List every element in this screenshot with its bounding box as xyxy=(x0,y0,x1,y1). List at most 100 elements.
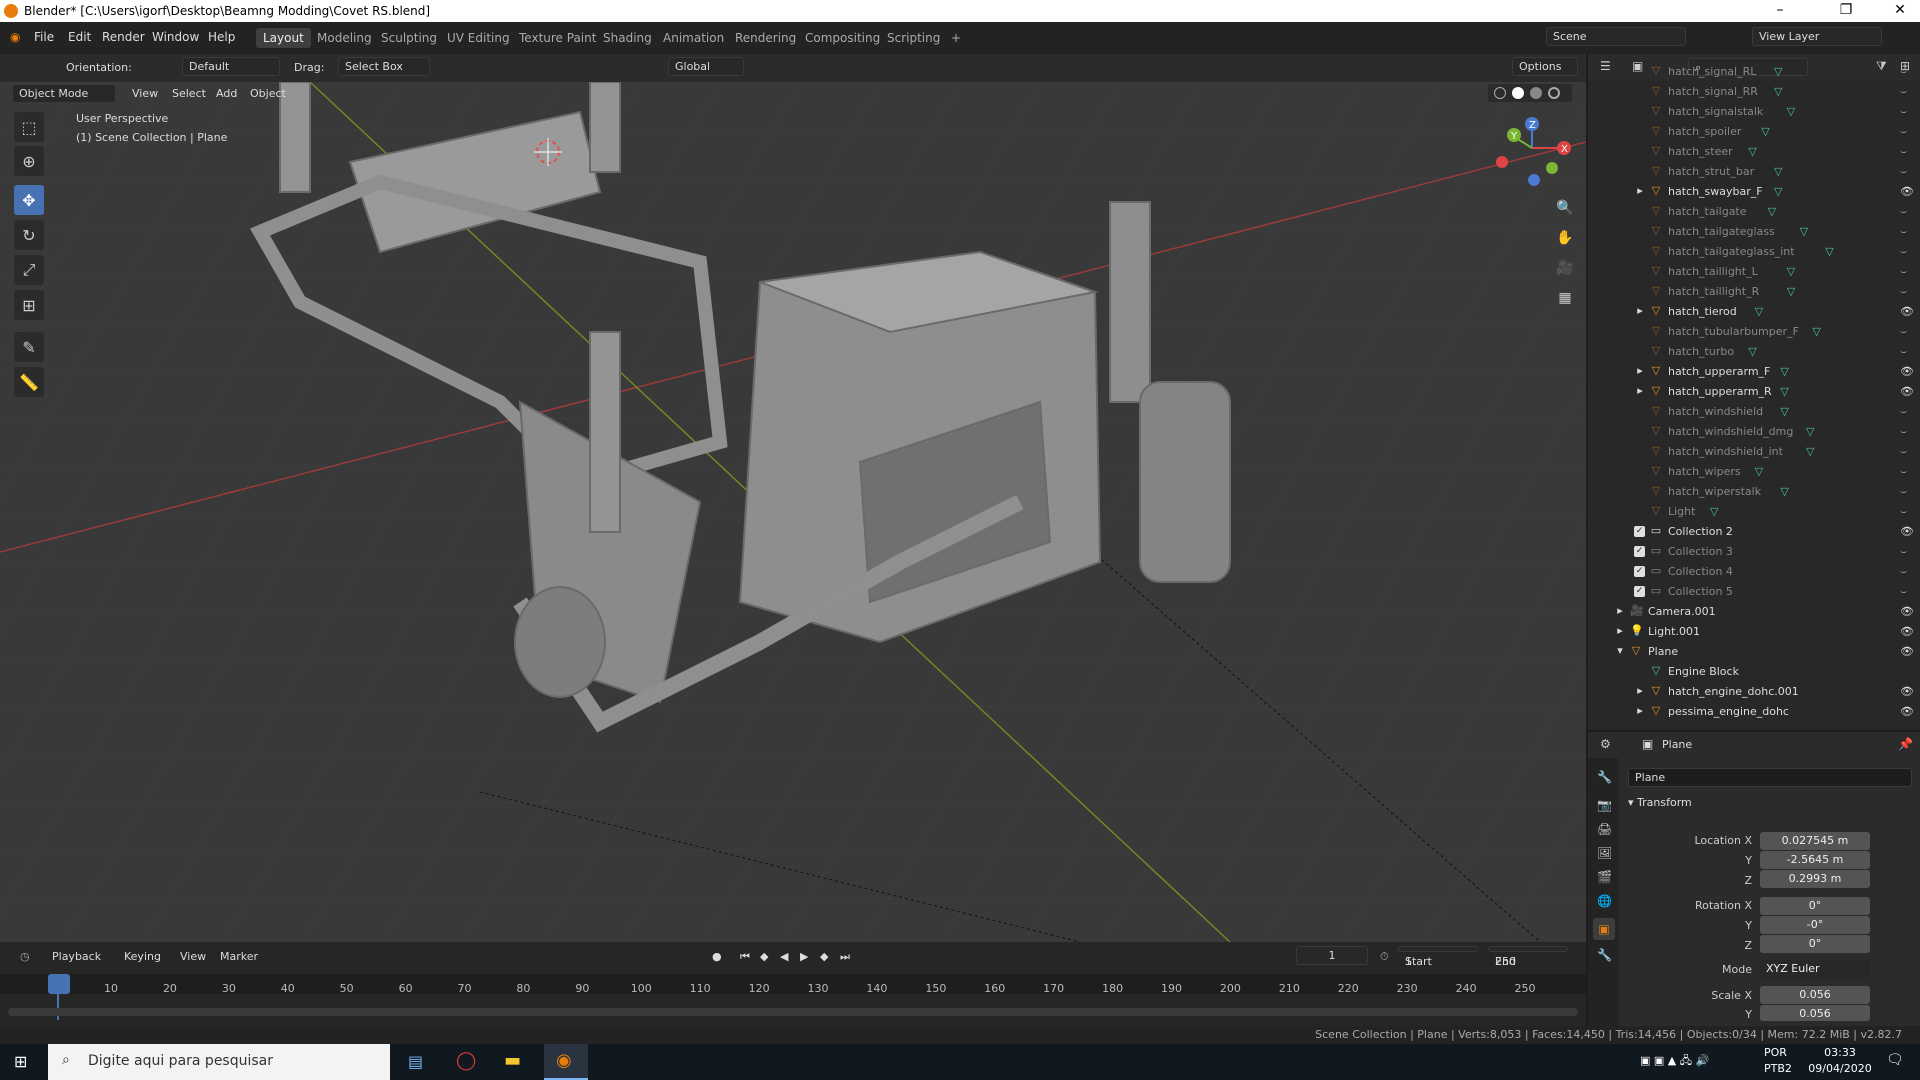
location-z-field[interactable]: 0.2993 m xyxy=(1760,870,1870,888)
next-keyframe-icon[interactable]: ◆ xyxy=(820,950,828,963)
outliner-item[interactable]: ▽ hatch_signal_RR ▽ ⌣ xyxy=(1588,82,1920,102)
scale-tool-icon[interactable]: ⤢ xyxy=(14,255,44,285)
cursor-tool-icon[interactable]: ⊕ xyxy=(14,146,44,176)
orientation-dropdown[interactable]: Default xyxy=(182,57,280,76)
expand-arrow-icon[interactable]: ▸ xyxy=(1634,185,1646,197)
tab-uv-editing[interactable]: UV Editing xyxy=(440,28,517,48)
outliner-item[interactable]: ▽ hatch_tubularbumper_F ▽ ⌣ xyxy=(1588,322,1920,342)
tab-modeling[interactable]: Modeling xyxy=(310,28,379,48)
tab-scripting[interactable]: Scripting xyxy=(880,28,947,48)
close-button[interactable]: ✕ xyxy=(1880,2,1920,18)
outliner-child[interactable]: ▽ Engine Block xyxy=(1588,662,1920,682)
transform-orientation-dropdown[interactable]: Global xyxy=(668,57,744,76)
visibility-hidden-icon[interactable]: ⌣ xyxy=(1900,165,1907,179)
stopwatch-icon[interactable]: ⏱ xyxy=(1380,950,1389,964)
visibility-hidden-icon[interactable]: ⌣ xyxy=(1900,65,1907,79)
visibility-eye-icon[interactable]: 👁 xyxy=(1900,685,1914,698)
outliner-item[interactable]: ▽ hatch_windshield_int ▽ ⌣ xyxy=(1588,442,1920,462)
prev-keyframe-icon[interactable]: ◆ xyxy=(760,950,768,963)
tab-sculpting[interactable]: Sculpting xyxy=(374,28,444,48)
expand-arrow-icon[interactable]: ▸ xyxy=(1634,365,1646,377)
view-layer-selector[interactable]: View Layer xyxy=(1752,27,1882,46)
visibility-eye-icon[interactable]: 👁 xyxy=(1900,525,1914,538)
visibility-hidden-icon[interactable]: ⌣ xyxy=(1900,565,1907,579)
outliner-item[interactable]: ▽ hatch_wipers ▽ ⌣ xyxy=(1588,462,1920,482)
outliner-item[interactable]: ▽ hatch_signal_RL ▽ ⌣ xyxy=(1588,62,1920,82)
tab-layout[interactable]: Layout xyxy=(256,28,311,48)
end-frame-field[interactable]: End 250 xyxy=(1488,946,1568,968)
solid-shading-icon[interactable] xyxy=(1512,87,1524,99)
visibility-eye-icon[interactable]: 👁 xyxy=(1900,645,1914,658)
shading-modes[interactable] xyxy=(1488,84,1572,102)
tab-compositing[interactable]: Compositing xyxy=(798,28,887,48)
object-name-field[interactable]: Plane xyxy=(1628,768,1912,787)
outliner-item[interactable]: ▽ hatch_signalstalk ▽ ⌣ xyxy=(1588,102,1920,122)
current-frame-field[interactable]: 1 xyxy=(1296,946,1368,965)
collection-checkbox[interactable]: ✓ xyxy=(1634,526,1645,537)
viewport-menu-add[interactable]: Add xyxy=(216,87,237,100)
visibility-eye-icon[interactable]: 👁 xyxy=(1900,625,1914,638)
menu-window[interactable]: Window xyxy=(152,30,199,44)
viewport-menu-view[interactable]: View xyxy=(132,87,158,100)
clock-time[interactable]: 03:33 xyxy=(1812,1046,1868,1059)
visibility-hidden-icon[interactable]: ⌣ xyxy=(1900,225,1907,239)
outliner-item[interactable]: ▽ hatch_tailgate ▽ ⌣ xyxy=(1588,202,1920,222)
outliner-collection[interactable]: ✓ ▭ Collection 5 ⌣ xyxy=(1588,582,1920,602)
viewport-menu-select[interactable]: Select xyxy=(172,87,206,100)
expand-arrow-icon[interactable]: ▸ xyxy=(1634,705,1646,717)
expand-arrow-icon[interactable]: ▸ xyxy=(1634,305,1646,317)
tab-shading[interactable]: Shading xyxy=(596,28,659,48)
visibility-hidden-icon[interactable]: ⌣ xyxy=(1900,485,1907,499)
outliner-item[interactable]: ▽ hatch_spoiler ▽ ⌣ xyxy=(1588,122,1920,142)
camera-view-icon[interactable]: 🎥 xyxy=(1551,254,1579,282)
measure-tool-icon[interactable]: 📏 xyxy=(14,367,44,397)
blender-menu-icon[interactable]: ◉ xyxy=(10,30,20,44)
file-explorer-icon[interactable]: ▬ xyxy=(504,1050,521,1071)
drag-dropdown[interactable]: Select Box xyxy=(338,57,430,76)
visibility-hidden-icon[interactable]: ⌣ xyxy=(1900,265,1907,279)
clock-date[interactable]: 09/04/2020 xyxy=(1806,1062,1874,1075)
timeline-menu-view[interactable]: View xyxy=(180,950,206,963)
rotation-y-field[interactable]: -0° xyxy=(1760,916,1870,934)
outliner-item[interactable]: ▸ ▽ hatch_upperarm_R ▽ 👁 xyxy=(1588,382,1920,402)
modifier-tab-icon[interactable]: 🔧 xyxy=(1597,948,1612,962)
view-layer-tab-icon[interactable]: 🖼 xyxy=(1597,846,1612,860)
annotate-tool-icon[interactable]: ✎ xyxy=(14,332,44,362)
options-button[interactable]: Options xyxy=(1512,57,1578,76)
play-reverse-icon[interactable]: ◀ xyxy=(780,950,788,963)
jump-start-icon[interactable]: ⏮ xyxy=(740,950,750,964)
viewport-menu-object[interactable]: Object xyxy=(250,87,286,100)
scale-y-field[interactable]: 0.056 xyxy=(1760,1005,1870,1021)
visibility-hidden-icon[interactable]: ⌣ xyxy=(1900,505,1907,519)
visibility-eye-icon[interactable]: 👁 xyxy=(1900,185,1914,198)
collapse-arrow-icon[interactable]: ▾ xyxy=(1614,645,1626,657)
outliner-collection[interactable]: ✓ ▭ Collection 4 ⌣ xyxy=(1588,562,1920,582)
visibility-eye-icon[interactable]: 👁 xyxy=(1900,365,1914,378)
rotate-tool-icon[interactable]: ↻ xyxy=(14,220,44,250)
visibility-hidden-icon[interactable]: ⌣ xyxy=(1900,285,1907,299)
expand-arrow-icon[interactable]: ▸ xyxy=(1634,385,1646,397)
outliner-item[interactable]: ▽ hatch_taillight_L ▽ ⌣ xyxy=(1588,262,1920,282)
move-tool-icon[interactable]: ✥ xyxy=(14,185,44,215)
output-tab-icon[interactable]: 🖨 xyxy=(1597,822,1612,836)
pin-icon[interactable]: 📌 xyxy=(1898,737,1913,751)
pan-hand-icon[interactable]: ✋ xyxy=(1551,224,1579,252)
tab-texture-paint[interactable]: Texture Paint xyxy=(512,28,603,48)
scene-selector[interactable]: Scene xyxy=(1546,27,1686,46)
visibility-eye-icon[interactable]: 👁 xyxy=(1900,385,1914,398)
location-x-field[interactable]: 0.027545 m xyxy=(1760,832,1870,850)
outliner-item[interactable]: ▽ hatch_steer ▽ ⌣ xyxy=(1588,142,1920,162)
menu-render[interactable]: Render xyxy=(102,30,145,44)
outliner-collection[interactable]: ✓ ▭ Collection 3 ⌣ xyxy=(1588,542,1920,562)
visibility-hidden-icon[interactable]: ⌣ xyxy=(1900,105,1907,119)
taskview-icon[interactable]: ▤ xyxy=(408,1052,423,1071)
outliner-collection[interactable]: ✓ ▭ Collection 2 👁 xyxy=(1588,522,1920,542)
notification-icon[interactable]: 🗨 xyxy=(1886,1052,1904,1068)
rotation-z-field[interactable]: 0° xyxy=(1760,935,1870,953)
playhead[interactable] xyxy=(48,974,70,994)
collection-checkbox[interactable]: ✓ xyxy=(1634,586,1645,597)
outliner-item[interactable]: ▸ ▽ hatch_swaybar_F ▽ 👁 xyxy=(1588,182,1920,202)
outliner-item[interactable]: ▸ ▽ hatch_upperarm_F ▽ 👁 xyxy=(1588,362,1920,382)
material-shading-icon[interactable] xyxy=(1530,87,1542,99)
scene-tab-icon[interactable]: 🎬 xyxy=(1597,870,1612,884)
